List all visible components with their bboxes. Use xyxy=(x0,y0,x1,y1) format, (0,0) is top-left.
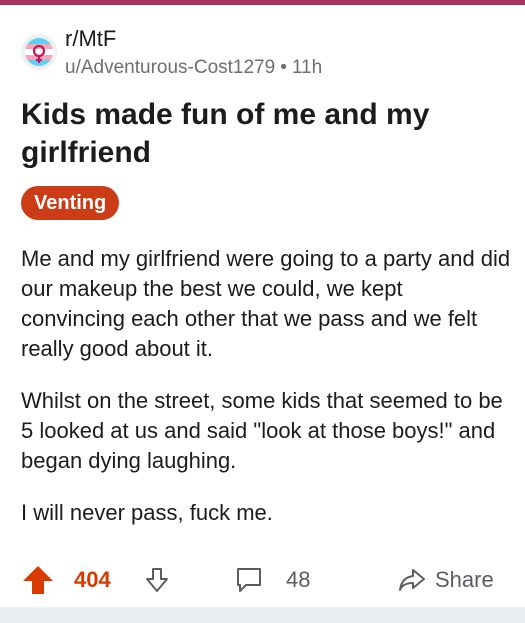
share-button[interactable]: Share xyxy=(397,560,494,600)
comment-bubble-icon xyxy=(237,568,261,592)
subreddit-name[interactable]: r/MtF xyxy=(65,26,322,52)
body-paragraph: Me and my girlfriend were going to a par… xyxy=(21,246,511,361)
top-accent-bar xyxy=(0,0,525,5)
post-body: Me and my girlfriend were going to a par… xyxy=(21,244,511,550)
downvote-button[interactable] xyxy=(144,560,170,600)
byline: u/Adventurous-Cost1279 • 11h xyxy=(65,56,322,80)
comments-button[interactable] xyxy=(234,560,264,600)
post-age: 11h xyxy=(291,57,323,78)
body-paragraph: Whilst on the street, some kids that see… xyxy=(21,388,503,473)
flair-badge[interactable]: Venting xyxy=(21,186,120,220)
share-label: Share xyxy=(435,567,494,592)
author-name[interactable]: u/Adventurous-Cost1279 xyxy=(65,57,275,78)
body-paragraph: I will never pass, fuck me. xyxy=(21,500,273,525)
vote-score: 404 xyxy=(74,567,111,592)
upvote-arrow-icon xyxy=(23,566,53,594)
comments-count[interactable]: 48 xyxy=(286,560,310,600)
transgender-symbol-icon xyxy=(25,38,53,66)
upvote-button[interactable] xyxy=(20,560,56,600)
bottom-divider xyxy=(0,607,525,623)
action-bar: 404 48 Share xyxy=(0,560,525,600)
post-header: r/MtF u/Adventurous-Cost1279 • 11h xyxy=(21,22,322,80)
share-arrow-icon xyxy=(399,569,425,591)
post-meta: r/MtF u/Adventurous-Cost1279 • 11h xyxy=(65,22,322,80)
byline-separator: • xyxy=(280,57,287,78)
subreddit-avatar[interactable] xyxy=(21,34,57,70)
downvote-arrow-icon xyxy=(146,568,168,592)
post-title[interactable]: Kids made fun of me and my girlfriend xyxy=(21,96,491,172)
